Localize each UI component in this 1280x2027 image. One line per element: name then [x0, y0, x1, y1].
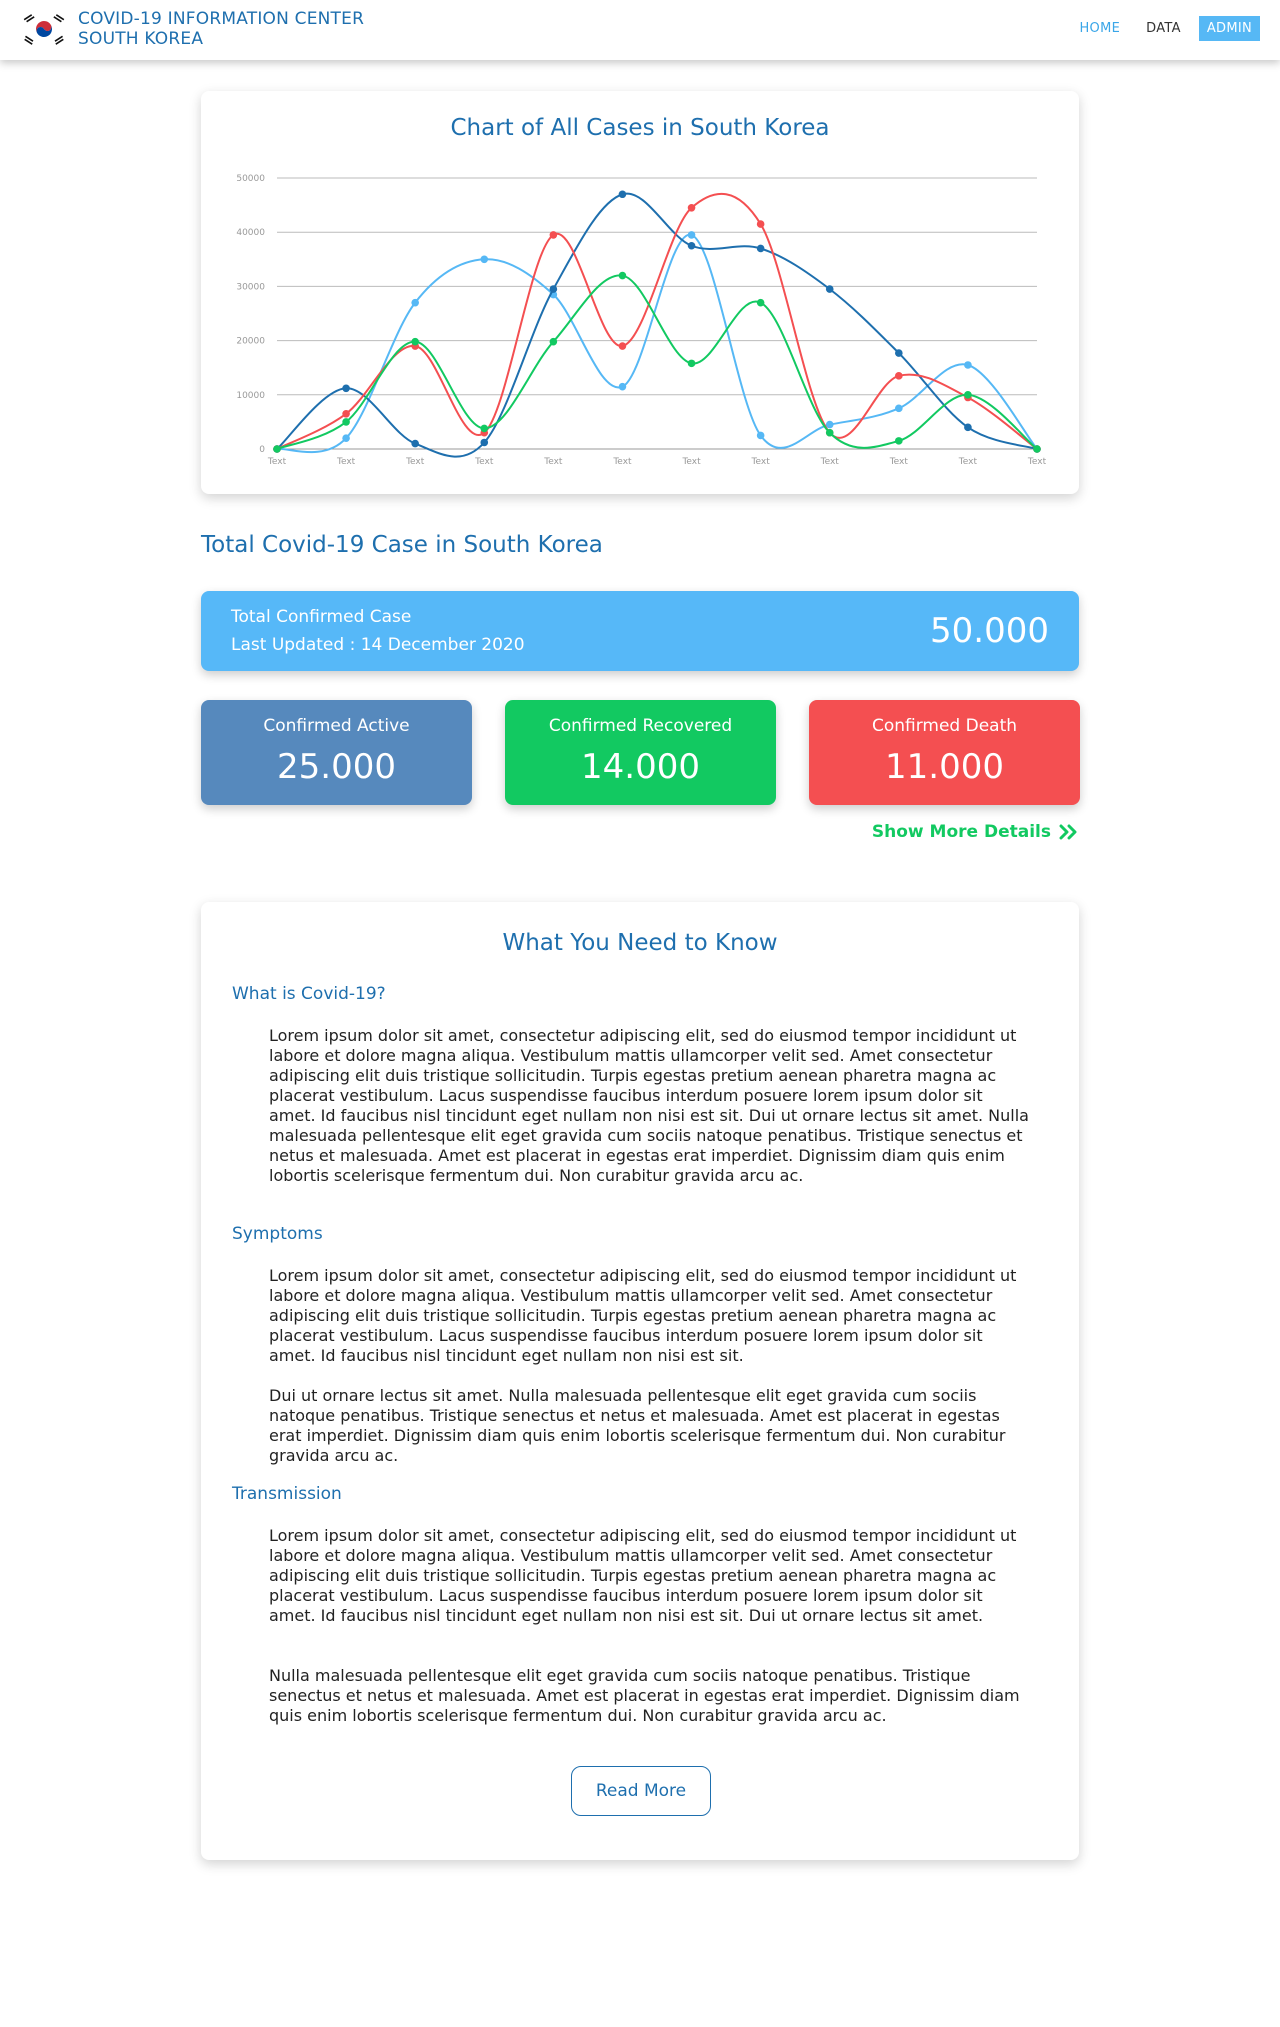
data-point [618, 271, 627, 280]
nav-admin[interactable]: ADMIN [1198, 16, 1260, 41]
data-point [273, 445, 281, 453]
data-point [1033, 445, 1041, 453]
x-tick-label: Text [612, 457, 632, 467]
heading-transmission: Transmission [232, 1484, 342, 1504]
data-point [342, 434, 350, 442]
data-point [411, 439, 419, 448]
brand-title-line2: SOUTH KOREA [78, 29, 204, 49]
data-point [342, 409, 350, 418]
confirmed-death-label: Confirmed Death [871, 716, 1018, 736]
nav-data[interactable]: DATA [1138, 16, 1189, 41]
paragraph-symptoms-1: Lorem ipsum dolor sit amet, consectetur … [269, 1266, 1017, 1365]
total-confirmed-card: Total Confirmed Case Last Updated : 14 D… [201, 591, 1079, 671]
y-tick-label: 20000 [236, 337, 265, 347]
data-point [411, 337, 419, 346]
series-line [276, 233, 1038, 454]
double-chevron-right-icon [1059, 824, 1077, 840]
y-tick-label: 10000 [236, 391, 265, 401]
data-point [895, 349, 903, 357]
data-point [825, 285, 834, 293]
cases-chart-card: Chart of All Cases in South Korea 0 10000… [201, 91, 1079, 494]
x-tick-label: Text [820, 457, 840, 467]
data-point [964, 391, 972, 399]
cases-line-chart: 0 10000 20000 30000 40000 50000 Text Text Text Te… [236, 174, 1047, 467]
y-tick-label: 30000 [236, 282, 265, 292]
x-tick-label: Text [405, 457, 425, 467]
heading-symptoms: Symptoms [232, 1224, 323, 1244]
data-point [964, 361, 972, 369]
data-point [895, 437, 903, 445]
paragraph-what-is-covid: Lorem ipsum dolor sit amet, consectetur … [269, 1026, 1029, 1185]
data-point [756, 298, 765, 307]
data-point [895, 404, 903, 413]
data-point [618, 382, 627, 391]
y-tick-label: 0 [259, 445, 265, 455]
show-more-details-label: Show More Details [871, 822, 1051, 842]
x-tick-label: Text [889, 457, 909, 467]
x-tick-label: Text [474, 457, 494, 467]
confirmed-death-card: Confirmed Death 11.000 [809, 700, 1080, 805]
data-point [480, 438, 489, 447]
x-tick-label: Text [1027, 457, 1047, 467]
summary-section-title: Total Covid-19 Case in South Korea [201, 532, 603, 558]
x-tick-label: Text [267, 457, 287, 467]
paragraph-symptoms-2: Dui ut ornare lectus sit amet. Nulla mal… [269, 1386, 1006, 1465]
data-point [549, 285, 558, 293]
total-confirmed-value: 50.000 [930, 611, 1049, 651]
x-tick-label: Text [681, 457, 701, 467]
data-point [618, 190, 627, 199]
paragraph-transmission-2: Nulla malesuada pellentesque elit eget g… [269, 1666, 1020, 1725]
top-navbar: COVID-19 INFORMATION CENTER SOUTH KOREA … [0, 0, 1280, 60]
y-tick-label: 40000 [236, 228, 265, 238]
data-point [687, 204, 696, 212]
x-tick-label: Text [543, 457, 563, 467]
info-title: What You Need to Know [502, 930, 778, 956]
x-tick-label: Text [336, 457, 356, 467]
show-more-details-link[interactable]: Show More Details [872, 822, 1079, 842]
data-point [342, 384, 350, 393]
total-confirmed-label: Total Confirmed Case [231, 607, 412, 627]
last-updated-text: Last Updated : 14 December 2020 [231, 635, 525, 655]
nav-home[interactable]: HOME [1071, 16, 1128, 41]
series-line [276, 192, 1038, 458]
main-nav: HOME DATA ADMIN [1061, 16, 1260, 41]
heading-what-is-covid: What is Covid-19? [232, 984, 386, 1004]
data-point [411, 298, 419, 307]
data-point [480, 424, 489, 433]
data-point [480, 255, 489, 264]
confirmed-recovered-value: 14.000 [581, 747, 700, 787]
data-point [687, 231, 696, 239]
info-card: What You Need to Know What is Covid-19? … [201, 902, 1079, 1860]
data-point [687, 241, 696, 250]
confirmed-death-value: 11.000 [885, 747, 1004, 787]
confirmed-active-value: 25.000 [277, 747, 396, 787]
data-point [549, 337, 558, 346]
y-tick-label: 50000 [236, 174, 265, 184]
paragraph-transmission-1: Lorem ipsum dolor sit amet, consectetur … [269, 1526, 1017, 1625]
site-brand[interactable]: COVID-19 INFORMATION CENTER SOUTH KOREA [78, 9, 364, 49]
read-more-button[interactable]: Read More [571, 1766, 711, 1816]
data-point [618, 342, 627, 350]
data-point [687, 359, 696, 368]
data-point [825, 428, 834, 437]
data-point [756, 431, 765, 440]
x-tick-label: Text [751, 457, 771, 467]
data-point [549, 231, 558, 239]
data-point [895, 372, 903, 380]
confirmed-recovered-label: Confirmed Recovered [548, 716, 733, 736]
confirmed-active-label: Confirmed Active [263, 716, 410, 736]
brand-title-line1: COVID-19 INFORMATION CENTER [78, 9, 365, 29]
data-point [825, 420, 834, 429]
data-point [342, 418, 350, 426]
confirmed-recovered-card: Confirmed Recovered 14.000 [505, 700, 776, 805]
confirmed-active-card: Confirmed Active 25.000 [201, 700, 472, 805]
data-point [756, 220, 765, 228]
data-point [964, 423, 972, 432]
south-korea-flag-icon [22, 12, 66, 46]
x-tick-label: Text [958, 457, 978, 467]
data-point [756, 244, 765, 253]
